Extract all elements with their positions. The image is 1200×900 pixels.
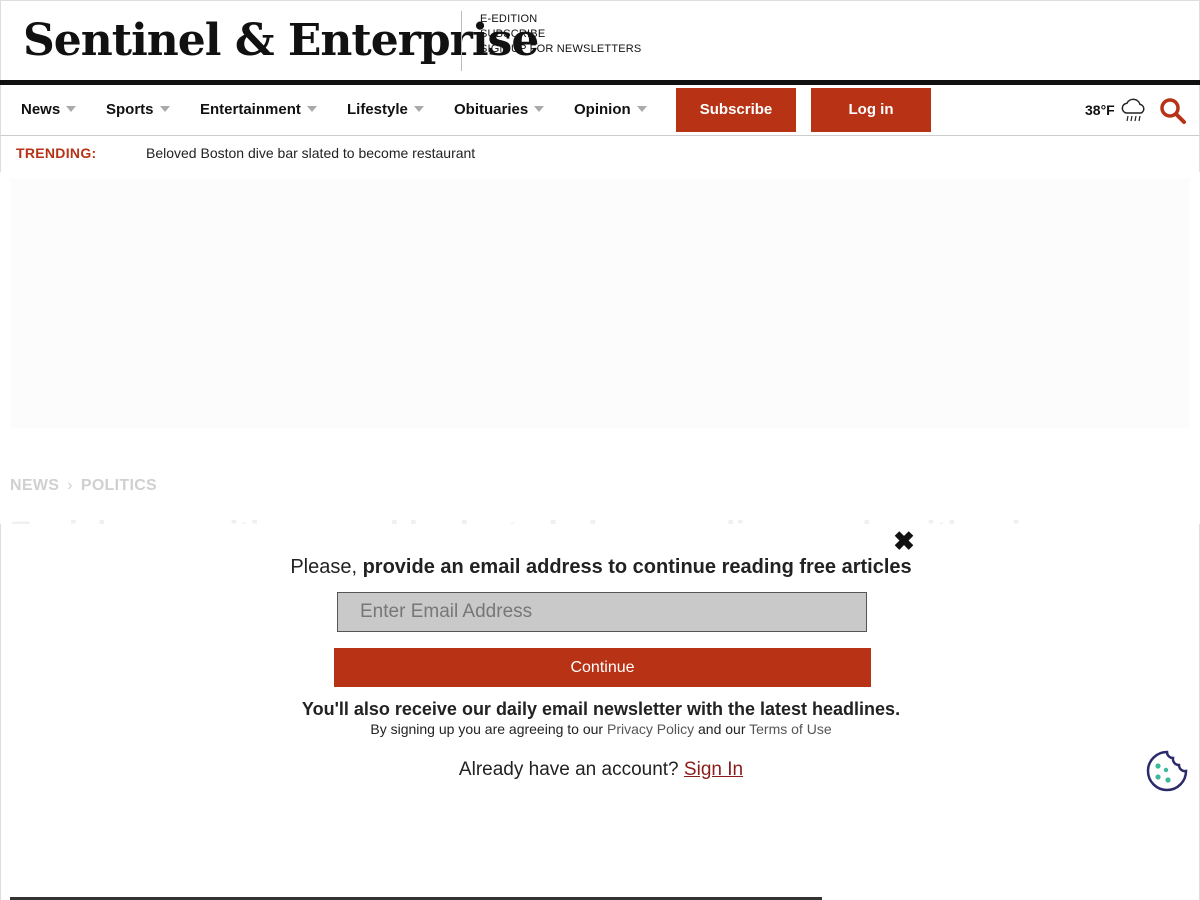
chevron-down-icon	[413, 106, 424, 113]
nav-item-obituaries[interactable]: Obituaries	[454, 85, 545, 135]
weather-temperature[interactable]: 38°F	[1085, 85, 1115, 135]
header-top-links: E-EDITION SUBSCRIBE SIGN UP FOR NEWSLETT…	[480, 12, 641, 57]
nav-item-entertainment[interactable]: Entertainment	[200, 85, 317, 135]
nav-item-label: Entertainment	[200, 101, 301, 118]
nav-item-label: Opinion	[574, 101, 631, 118]
search-icon[interactable]	[1159, 97, 1187, 125]
nav-item-lifestyle[interactable]: Lifestyle	[347, 85, 424, 135]
prompt-prefix: Please,	[290, 556, 363, 578]
e-edition-link[interactable]: E-EDITION	[480, 12, 641, 27]
close-icon[interactable]: ✖	[892, 528, 916, 554]
trending-label: TRENDING:	[16, 145, 97, 161]
newsletter-signup-link[interactable]: SIGN UP FOR NEWSLETTERS	[480, 42, 641, 57]
chevron-down-icon	[66, 106, 77, 113]
breadcrumb-politics[interactable]: POLITICS	[81, 477, 157, 494]
signin-prompt: Already have an account? Sign In	[1, 759, 1200, 781]
chevron-down-icon	[534, 106, 545, 113]
main-nav: News Sports Entertainment Lifestyle Obit…	[0, 85, 1200, 136]
rain-cloud-icon	[1121, 98, 1145, 122]
cookie-icon[interactable]	[1146, 750, 1188, 792]
nav-item-label: Lifestyle	[347, 101, 408, 118]
continue-button[interactable]: Continue	[334, 648, 871, 687]
nav-item-news[interactable]: News	[21, 85, 77, 135]
nav-item-sports[interactable]: Sports	[106, 85, 170, 135]
terms-of-use-link[interactable]: Terms of Use	[749, 721, 831, 737]
header-divider	[461, 11, 462, 71]
nav-item-label: News	[21, 101, 61, 118]
privacy-policy-link[interactable]: Privacy Policy	[607, 721, 694, 737]
sign-in-link[interactable]: Sign In	[684, 759, 743, 780]
breadcrumb-separator-icon: ›	[67, 477, 73, 494]
terms-agreement: By signing up you are agreeing to our Pr…	[1, 721, 1200, 737]
email-input[interactable]	[337, 592, 867, 632]
nav-item-label: Obituaries	[454, 101, 529, 118]
site-header: Sentinel & Enterprise E-EDITION SUBSCRIB…	[0, 0, 1200, 82]
breadcrumb: NEWS › POLITICS	[10, 477, 157, 495]
chevron-down-icon	[636, 106, 647, 113]
email-prompt: Please, provide an email address to cont…	[1, 556, 1200, 579]
subscribe-link[interactable]: SUBSCRIBE	[480, 27, 641, 42]
login-button[interactable]: Log in	[811, 88, 931, 132]
email-gate-modal: ✖ Please, provide an email address to co…	[0, 524, 1200, 900]
trending-headline-link[interactable]: Beloved Boston dive bar slated to become…	[146, 145, 475, 161]
prompt-bold: provide an email address to continue rea…	[362, 556, 912, 578]
ad-slot	[10, 178, 1190, 428]
nav-item-label: Sports	[106, 101, 154, 118]
agree-prefix: By signing up you are agreeing to our	[370, 721, 607, 737]
nav-item-opinion[interactable]: Opinion	[574, 85, 647, 135]
agree-middle: and our	[694, 721, 750, 737]
trending-bar: TRENDING: Beloved Boston dive bar slated…	[0, 136, 1200, 172]
already-text: Already have an account?	[458, 759, 684, 780]
subscribe-button[interactable]: Subscribe	[676, 88, 796, 132]
chevron-down-icon	[159, 106, 170, 113]
chevron-down-icon	[306, 106, 317, 113]
newsletter-note: You'll also receive our daily email news…	[301, 699, 901, 719]
breadcrumb-news[interactable]: NEWS	[10, 477, 59, 494]
